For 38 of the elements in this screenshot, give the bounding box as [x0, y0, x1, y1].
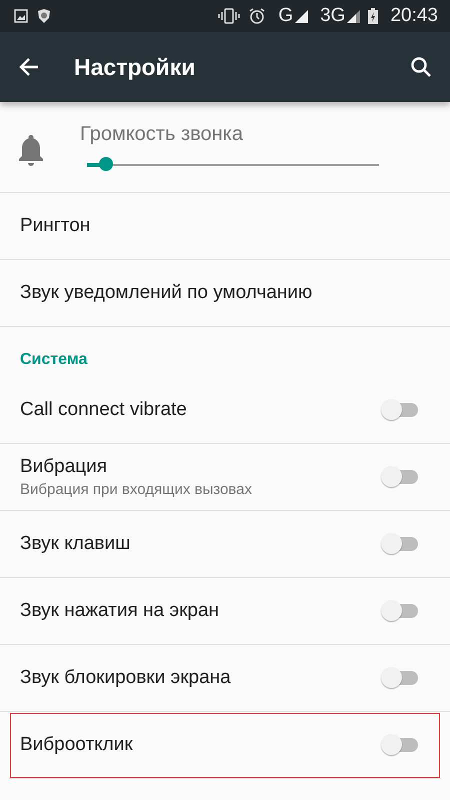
settings-item[interactable]: Вибрация Вибрация при входящих вызовах — [0, 444, 450, 511]
settings-item[interactable]: Виброотклик — [9, 712, 441, 779]
item-subtitle: Вибрация при входящих вызовах — [20, 481, 252, 498]
bell-icon — [16, 133, 46, 167]
settings-item[interactable]: Звук клавиш — [0, 511, 450, 578]
settings-item[interactable]: Рингтон — [0, 193, 450, 260]
network-type: 3G — [320, 5, 346, 27]
item-title: Звук клавиш — [20, 533, 130, 555]
toggle-switch[interactable] — [380, 398, 420, 422]
toggle-switch[interactable] — [380, 465, 420, 489]
toggle-switch[interactable] — [380, 666, 420, 690]
toggle-switch[interactable] — [380, 599, 420, 623]
section-header: Система — [19, 350, 88, 370]
back-arrow-icon — [18, 56, 40, 78]
item-title: Звук блокировки экрана — [20, 667, 231, 689]
screen-title: Настройки — [74, 54, 196, 80]
clock: 20:43 — [390, 5, 438, 27]
settings-item[interactable]: Call connect vibrate — [0, 377, 450, 444]
settings-item[interactable]: Звук блокировки экрана — [0, 645, 450, 712]
alarm-icon — [248, 7, 266, 25]
item-title: Звук нажатия на экран — [20, 600, 220, 622]
battery-icon — [368, 8, 378, 24]
toggle-switch[interactable] — [380, 733, 420, 757]
shield-icon — [36, 8, 52, 24]
item-title: Call connect vibrate — [20, 399, 187, 421]
network-type: G — [278, 5, 294, 27]
image-icon — [14, 9, 28, 23]
volume-label: Громкость звонка — [80, 122, 244, 146]
settings-item[interactable]: Звук уведомлений по умолчанию — [0, 260, 450, 327]
vibrate-icon — [218, 8, 240, 24]
slider-thumb[interactable] — [98, 156, 113, 170]
settings-item[interactable]: Звук нажатия на экран — [0, 578, 450, 645]
search-icon — [410, 56, 432, 78]
toggle-switch[interactable] — [380, 532, 420, 556]
signal-icon — [295, 10, 308, 22]
item-title: Вибрация — [20, 456, 108, 478]
item-title: Виброотклик — [20, 734, 133, 756]
signal-icon — [347, 10, 360, 22]
